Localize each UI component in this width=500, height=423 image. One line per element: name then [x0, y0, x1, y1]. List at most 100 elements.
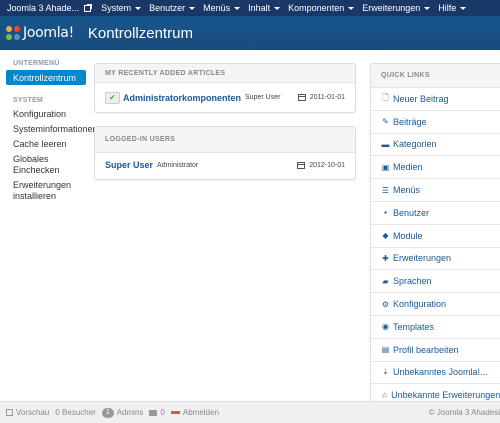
top-navbar: Joomla 3 Ahade... System Benutzer Menüs …	[0, 0, 500, 16]
joomla-logo[interactable]: Joomla!	[6, 25, 74, 41]
logout-link[interactable]: Abmelden	[170, 408, 219, 417]
calendar-icon	[297, 161, 306, 169]
site-name: Joomla 3 Ahade...	[7, 3, 80, 13]
menu-system[interactable]: System	[101, 3, 142, 13]
list-icon: ☰	[381, 185, 390, 195]
preview-label: Vorschau	[16, 408, 50, 417]
quick-link-label: Unbekannte Erweiterungen...	[391, 390, 500, 401]
quick-link-item[interactable]: ☰ Menüs	[371, 178, 500, 201]
media-icon: ▣	[381, 162, 390, 172]
quick-link-label: Templates	[393, 321, 435, 332]
date-value: 2012-10-01	[309, 161, 345, 169]
sidebar-item-system-information[interactable]: Systeminformationen	[0, 124, 98, 135]
cube-icon: ◆	[382, 231, 389, 241]
quick-link-label: Erweiterungen	[393, 253, 452, 264]
menu-users[interactable]: Benutzer	[149, 3, 196, 13]
mail-icon	[149, 409, 158, 416]
download-icon: ⤓	[383, 367, 388, 377]
quick-link-label: Menüs	[393, 185, 421, 196]
quick-link-item[interactable]: ⤓ Unbekanntes Joomla!...	[371, 360, 500, 384]
quick-link-label: Profil bearbeiten	[393, 344, 459, 355]
site-link[interactable]: Joomla 3 Ahade...	[7, 3, 93, 13]
user-date: 2012-10-01	[297, 161, 345, 169]
copyright-text: © Joomla 3 Ahadesi	[428, 408, 500, 417]
quick-link-item[interactable]: ◉ Templates	[371, 314, 500, 338]
quick-link-item[interactable]: ✚ Erweiterungen	[371, 246, 500, 270]
menu-content[interactable]: Inhalt	[248, 3, 281, 13]
caret-down-icon	[274, 6, 281, 10]
list-item: ✔ Administratorkomponenten Super User 20…	[95, 83, 355, 112]
user-role: Administrator	[157, 161, 199, 169]
quick-link-item[interactable]: ▰ Sprachen	[371, 269, 500, 292]
messages-link[interactable]: 0	[149, 408, 165, 417]
quick-link-label: Beiträge	[393, 116, 427, 127]
menu-label: Erweiterungen	[362, 3, 421, 13]
visitors-count: 0 Besucher	[55, 408, 96, 417]
quick-link-label: Unbekanntes Joomla!...	[393, 367, 488, 378]
cog-icon: ⚙	[381, 299, 390, 309]
user-link[interactable]: Super User	[105, 160, 153, 170]
date-value: 2011-01-01	[309, 94, 345, 101]
header-bar: Joomla! Kontrollzentrum	[0, 16, 500, 50]
user-icon: ▪	[384, 208, 387, 218]
menu-extensions[interactable]: Erweiterungen	[362, 3, 431, 13]
quick-link-label: Benutzer	[393, 207, 430, 218]
logged-in-users-panel: LOGGED-IN USERS Super User Administrator…	[94, 126, 356, 180]
quick-link-item[interactable]: ⚙ Konfiguration	[371, 292, 500, 315]
menu-label: Inhalt	[248, 3, 271, 13]
quick-link-label: Kategorien	[393, 139, 437, 150]
sidebar-item-configuration[interactable]: Konfiguration	[0, 109, 92, 120]
quick-link-label: Sprachen	[393, 276, 432, 287]
quick-link-item[interactable]: 🗋 Neuer Beitrag	[371, 87, 500, 110]
quick-link-label: Module	[393, 230, 423, 241]
menu-menus[interactable]: Menüs	[203, 3, 241, 13]
quick-link-label: Konfiguration	[393, 299, 447, 310]
caret-down-icon	[189, 6, 196, 10]
menu-help[interactable]: Hilfe	[438, 3, 467, 13]
menu-label: Benutzer	[149, 3, 186, 13]
admins-badge: 1	[101, 407, 114, 418]
quick-link-item[interactable]: ▣ Medien	[371, 155, 500, 178]
sidebar-item-control-panel[interactable]: Kontrollzentrum	[6, 70, 86, 85]
check-icon: ✔	[105, 91, 120, 104]
quick-link-item[interactable]: ▪ Benutzer	[371, 200, 500, 224]
sidebar-item-clear-cache[interactable]: Cache leeren	[0, 139, 92, 150]
quick-link-item[interactable]: ◆ Module	[371, 223, 500, 247]
admins-link[interactable]: 1 Admins	[101, 407, 144, 418]
folder-icon: ▬	[381, 139, 390, 149]
caret-down-icon	[234, 6, 241, 10]
caret-down-icon	[135, 6, 142, 10]
sidebar: UNTERMENÜ Kontrollzentrum SYSTEM Konfigu…	[0, 60, 98, 206]
menu-label: System	[101, 3, 132, 13]
article-link[interactable]: Administratorkomponenten	[123, 93, 241, 103]
menu-label: Komponenten	[288, 3, 345, 13]
quick-link-label: Medien	[393, 162, 423, 173]
pencil-icon: ✎	[382, 117, 389, 127]
article-author: Super User	[245, 94, 281, 101]
menu-label: Hilfe	[438, 3, 457, 13]
messages-count: 0	[160, 408, 165, 417]
star-icon: ☆	[381, 390, 389, 400]
logout-label: Abmelden	[182, 408, 219, 417]
status-bar: Vorschau 0 Besucher 1 Admins 0 Abmelden …	[0, 401, 500, 423]
new-article-icon: 🗋	[382, 92, 389, 102]
sidebar-item-install-extensions[interactable]: Erweiterungen installieren	[0, 180, 92, 202]
quick-link-item[interactable]: ▤ Profil bearbeiten	[371, 337, 500, 361]
system-header: SYSTEM	[13, 97, 43, 104]
external-link-icon	[6, 408, 14, 416]
menu-components[interactable]: Komponenten	[288, 3, 355, 13]
logged-in-users-title: LOGGED-IN USERS	[95, 127, 355, 153]
quick-link-item[interactable]: ▬ Kategorien	[371, 132, 500, 156]
article-date: 2011-01-01	[297, 94, 345, 101]
page-title: Kontrollzentrum	[87, 24, 193, 42]
admins-label: Admins	[116, 408, 144, 417]
eye-icon: ◉	[382, 322, 389, 332]
caret-down-icon	[460, 6, 467, 10]
preview-link[interactable]: Vorschau	[4, 408, 49, 417]
recent-articles-panel: MY RECENTLY ADDED ARTICLES ✔ Administrat…	[94, 63, 356, 113]
external-link-icon	[84, 3, 93, 12]
sidebar-item-global-checkin[interactable]: Globales Einchecken	[0, 154, 92, 176]
quick-links-panel: QUICK LINKS 🗋 Neuer Beitrag ✎ Beiträge ▬ Kate…	[370, 63, 500, 402]
submenu-header: UNTERMENÜ	[13, 60, 60, 67]
quick-link-item[interactable]: ✎ Beiträge	[371, 109, 500, 133]
